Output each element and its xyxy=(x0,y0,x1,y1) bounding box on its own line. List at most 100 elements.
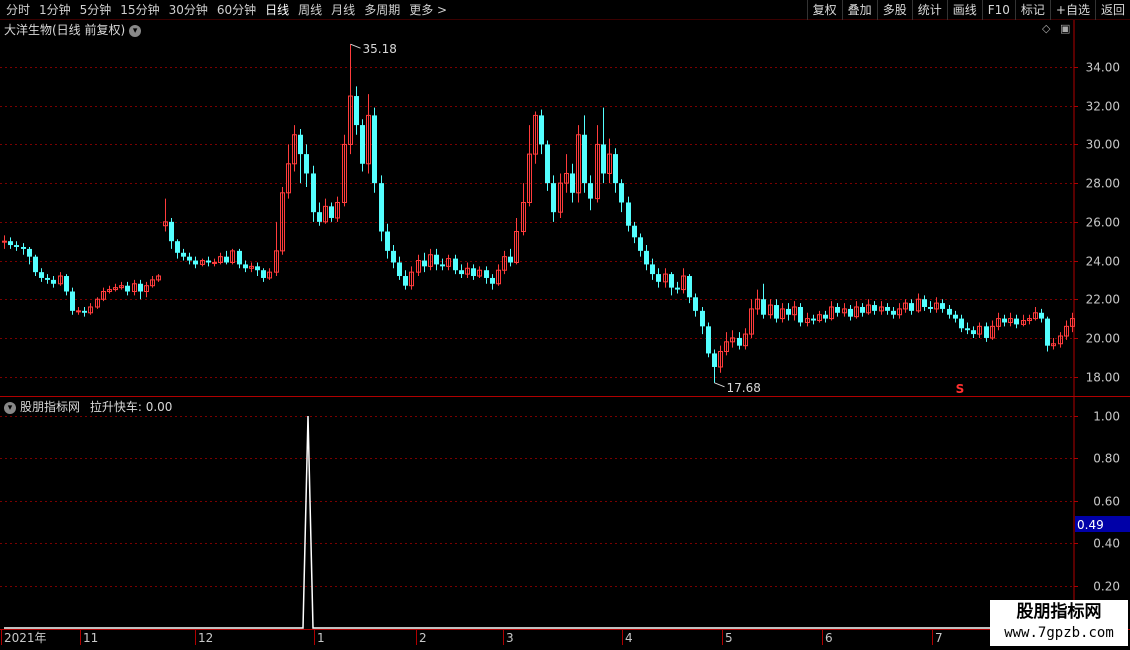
candle-body xyxy=(545,144,550,184)
candle-body xyxy=(379,183,384,232)
candle-body xyxy=(329,206,334,218)
time-axis-label: 1 xyxy=(317,631,325,645)
candle-body xyxy=(706,326,711,354)
candle-body xyxy=(237,250,242,265)
candle-body xyxy=(434,254,439,265)
price-tick-label: 34.00 xyxy=(1086,61,1120,75)
watermark-line2: www.7gpzb.com xyxy=(1004,625,1114,641)
sell-signal-marker: S xyxy=(956,382,965,396)
price-tick-label: 22.00 xyxy=(1086,293,1120,307)
time-axis-label: 3 xyxy=(506,631,514,645)
candle-body xyxy=(261,270,266,278)
candle-body xyxy=(206,260,211,263)
candle-body xyxy=(181,252,186,257)
candle-body xyxy=(224,256,229,263)
candle-body xyxy=(1002,318,1007,323)
candle-body xyxy=(971,330,976,335)
candle-body xyxy=(700,310,705,327)
low-price-label: 17.68 xyxy=(727,381,761,395)
candle-body xyxy=(786,308,791,315)
candle-body xyxy=(360,125,365,164)
candle-body xyxy=(675,287,680,290)
indicator-panel-title: 股朋指标网 xyxy=(20,400,81,414)
indicator-tick-label: 0.20 xyxy=(1093,580,1120,594)
time-axis-label: 6 xyxy=(825,631,833,645)
candle-body xyxy=(471,268,476,277)
time-axis-label: 7 xyxy=(935,631,943,645)
time-axis-label: 5 xyxy=(725,631,733,645)
candle-body xyxy=(45,277,50,280)
candle-body xyxy=(317,212,322,222)
high-marker-line xyxy=(350,43,361,49)
candle-body xyxy=(650,264,655,275)
chart-canvas: 34.00 32.00 30.00 28.00 26.00 24.00 22.00 20.00… xyxy=(0,20,1130,645)
high-price-label: 35.18 xyxy=(363,42,397,56)
stock-title: 大洋生物(日线 前复权) xyxy=(4,23,126,37)
price-tick-label: 30.00 xyxy=(1086,138,1120,152)
candle-body xyxy=(632,225,637,238)
window-icon[interactable]: ▣ xyxy=(1060,22,1070,35)
candle-body xyxy=(909,303,914,311)
candle-body xyxy=(570,173,575,193)
indicator-tick-label: 1.00 xyxy=(1093,410,1120,424)
price-tick-label: 26.00 xyxy=(1086,216,1120,230)
candle-body xyxy=(798,306,803,323)
candle-body xyxy=(885,306,890,311)
candle-body xyxy=(453,258,458,271)
candle-body xyxy=(953,314,958,319)
candle-body xyxy=(8,241,13,246)
candle-body xyxy=(619,183,624,203)
candle-body xyxy=(712,353,717,367)
candle-body xyxy=(70,291,75,311)
candle-body xyxy=(774,305,779,319)
candle-body xyxy=(1045,318,1050,346)
candle-body xyxy=(626,202,631,226)
candle-body xyxy=(588,183,593,199)
candle-body xyxy=(391,250,396,263)
candle-body xyxy=(255,266,260,271)
price-tick-label: 24.00 xyxy=(1086,255,1120,269)
panel-controls: ◇ ▣ xyxy=(1042,22,1070,35)
indicator-value-label: 拉升快车: 0.00 xyxy=(89,400,173,414)
candle-body xyxy=(14,245,19,247)
candle-body xyxy=(669,274,674,288)
candle-body xyxy=(354,96,359,126)
candle-body xyxy=(860,306,865,313)
candle-body xyxy=(403,276,408,286)
candle-body xyxy=(64,276,69,292)
price-tick-label: 18.00 xyxy=(1086,371,1120,385)
candle-body xyxy=(138,283,143,292)
diamond-icon[interactable]: ◇ xyxy=(1042,22,1050,35)
candle-body xyxy=(928,306,933,309)
candle-body xyxy=(2,240,7,243)
candle-body xyxy=(175,241,180,253)
candle-body xyxy=(311,173,316,213)
candle-body xyxy=(761,299,766,315)
candle-body xyxy=(243,264,248,269)
candle-body xyxy=(644,250,649,265)
candle-body xyxy=(397,262,402,277)
stock-chart-window: 分时 1分钟 5分钟 15分钟 30分钟 60分钟 日线 周线 月线 多周期 更多 > 复权 叠加 多股… xyxy=(0,0,1130,650)
candle-body xyxy=(551,183,556,213)
price-tick-label: 32.00 xyxy=(1086,100,1120,114)
indicator-tick-label: 0.40 xyxy=(1093,537,1120,551)
candle-body xyxy=(613,154,618,184)
candle-body xyxy=(27,248,32,257)
chevron-down-icon[interactable]: ▾ xyxy=(4,401,16,414)
candle-body xyxy=(125,285,130,292)
candle-body xyxy=(459,270,464,275)
candle-body xyxy=(422,260,427,267)
watermark: 股朋指标网 www.7gpzb.com xyxy=(990,600,1128,646)
candle-body xyxy=(76,310,81,313)
candle-body xyxy=(484,270,489,278)
low-marker-line xyxy=(714,382,725,388)
candle-body xyxy=(212,261,217,264)
time-axis-label: 12 xyxy=(198,631,213,645)
chevron-down-icon[interactable]: ▾ xyxy=(129,24,142,37)
time-axis-label: 4 xyxy=(625,631,633,645)
indicator-panel-header: ▾ 股朋指标网 拉升快车: 0.00 xyxy=(4,398,172,414)
candle-body xyxy=(848,308,853,317)
candle-body xyxy=(304,154,309,174)
candle-body xyxy=(737,337,742,346)
candle-body xyxy=(959,318,964,329)
